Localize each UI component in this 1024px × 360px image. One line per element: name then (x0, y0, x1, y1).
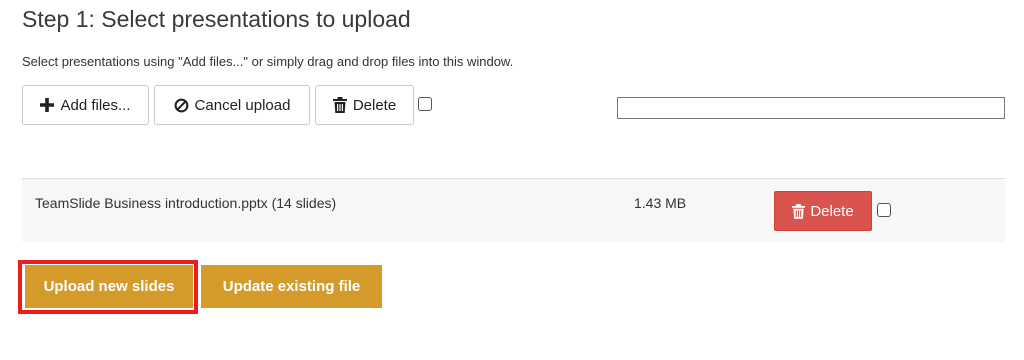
upload-progress-bar (617, 97, 1005, 119)
file-select-checkbox[interactable] (877, 203, 891, 217)
add-files-label: Add files... (60, 96, 131, 114)
file-name: TeamSlide Business introduction.pptx (14… (35, 195, 337, 211)
upload-new-slides-button[interactable]: Upload new slides (25, 265, 193, 308)
ban-icon (174, 98, 189, 113)
cancel-upload-button[interactable]: Cancel upload (154, 85, 310, 125)
trash-icon (332, 97, 347, 113)
trash-icon (792, 203, 806, 219)
delete-selected-label: Delete (352, 96, 397, 114)
delete-selected-button[interactable]: Delete (315, 85, 414, 125)
page-title: Step 1: Select presentations to upload (22, 6, 411, 32)
add-files-button[interactable]: Add files... (22, 85, 149, 125)
select-all-checkbox[interactable] (418, 97, 432, 111)
cancel-upload-label: Cancel upload (194, 96, 291, 114)
update-existing-file-button[interactable]: Update existing file (201, 265, 382, 308)
file-delete-button[interactable]: Delete (774, 191, 872, 231)
file-size: 1.43 MB (634, 195, 687, 211)
upload-instructions: Select presentations using "Add files...… (22, 54, 514, 69)
file-row: TeamSlide Business introduction.pptx (14… (22, 178, 1005, 242)
plus-icon (40, 98, 55, 112)
file-delete-label: Delete (810, 202, 854, 220)
